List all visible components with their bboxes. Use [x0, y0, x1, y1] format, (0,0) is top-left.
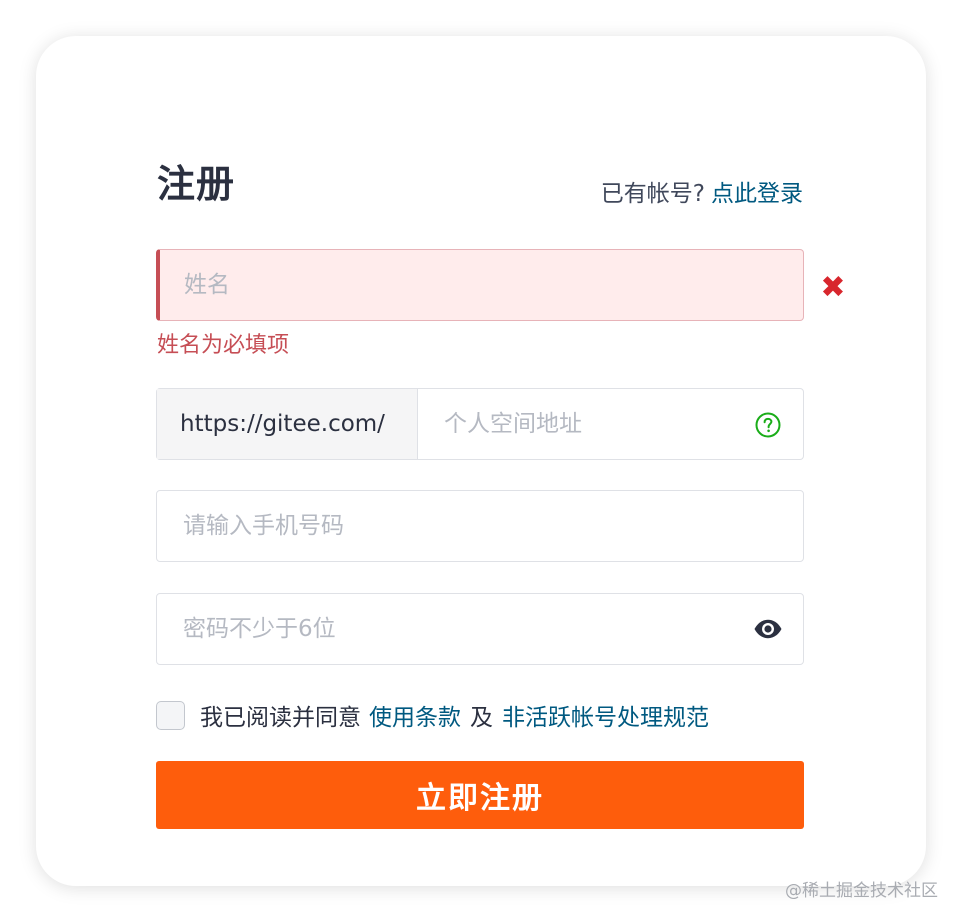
- agreement-row: 我已阅读并同意 使用条款 及 非活跃帐号处理规范: [156, 698, 709, 732]
- login-prompt: 已有帐号?: [600, 181, 705, 207]
- personal-url-field[interactable]: https://gitee.com/: [156, 388, 804, 460]
- login-link[interactable]: 点此登录: [711, 181, 803, 207]
- page-title: 注册: [157, 162, 236, 206]
- phone-field[interactable]: [156, 490, 804, 562]
- password-field[interactable]: [156, 593, 804, 665]
- login-hint: 已有帐号? 点此登录: [601, 174, 803, 208]
- agreement-conjunction: 及: [470, 705, 493, 731]
- register-button[interactable]: 立即注册: [156, 761, 804, 829]
- name-input[interactable]: [160, 250, 803, 320]
- phone-input[interactable]: [157, 491, 803, 561]
- url-prefix: https://gitee.com/: [157, 389, 418, 459]
- agree-checkbox[interactable]: [156, 700, 185, 730]
- name-error-message: 姓名为必填项: [157, 333, 290, 358]
- personal-url-input[interactable]: [418, 389, 803, 459]
- question-circle-icon[interactable]: [755, 412, 781, 438]
- watermark: @稀土掘金技术社区: [785, 881, 938, 901]
- terms-link[interactable]: 使用条款: [369, 698, 461, 732]
- inactive-account-policy-link[interactable]: 非活跃帐号处理规范: [502, 698, 709, 732]
- password-input[interactable]: [157, 594, 803, 664]
- eye-icon[interactable]: [753, 616, 783, 642]
- name-field[interactable]: [156, 249, 804, 321]
- close-x-icon: ✖: [820, 270, 846, 305]
- agreement-text: 我已阅读并同意: [200, 705, 361, 731]
